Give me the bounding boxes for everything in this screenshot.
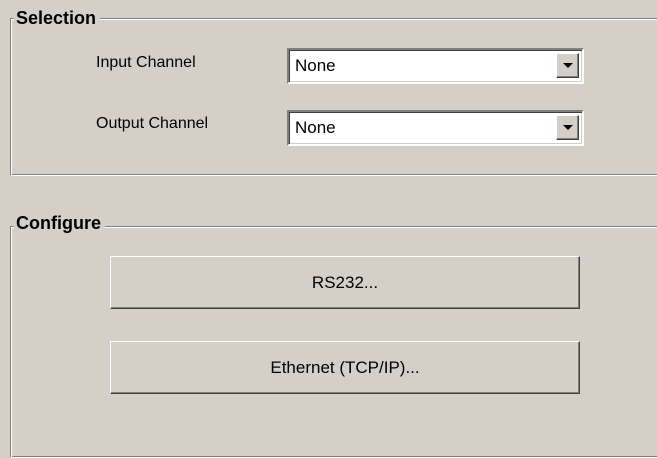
rs232-button-label: RS232...: [311, 272, 379, 292]
ethernet-button[interactable]: Ethernet (TCP/IP)...: [110, 341, 580, 394]
output-channel-select[interactable]: None: [287, 110, 584, 146]
output-channel-value: None: [295, 118, 336, 137]
input-channel-select[interactable]: None: [287, 48, 584, 84]
chevron-down-icon[interactable]: [556, 53, 579, 78]
output-channel-label: Output Channel: [96, 115, 209, 132]
selection-group: [10, 18, 657, 176]
configure-group-title: Configure: [14, 213, 105, 233]
ethernet-button-label: Ethernet (TCP/IP)...: [270, 357, 420, 377]
input-channel-label: Input Channel: [96, 54, 196, 71]
chevron-down-icon[interactable]: [556, 115, 579, 140]
rs232-button[interactable]: RS232...: [110, 256, 580, 309]
input-channel-value: None: [295, 56, 336, 75]
selection-group-title: Selection: [14, 8, 101, 28]
